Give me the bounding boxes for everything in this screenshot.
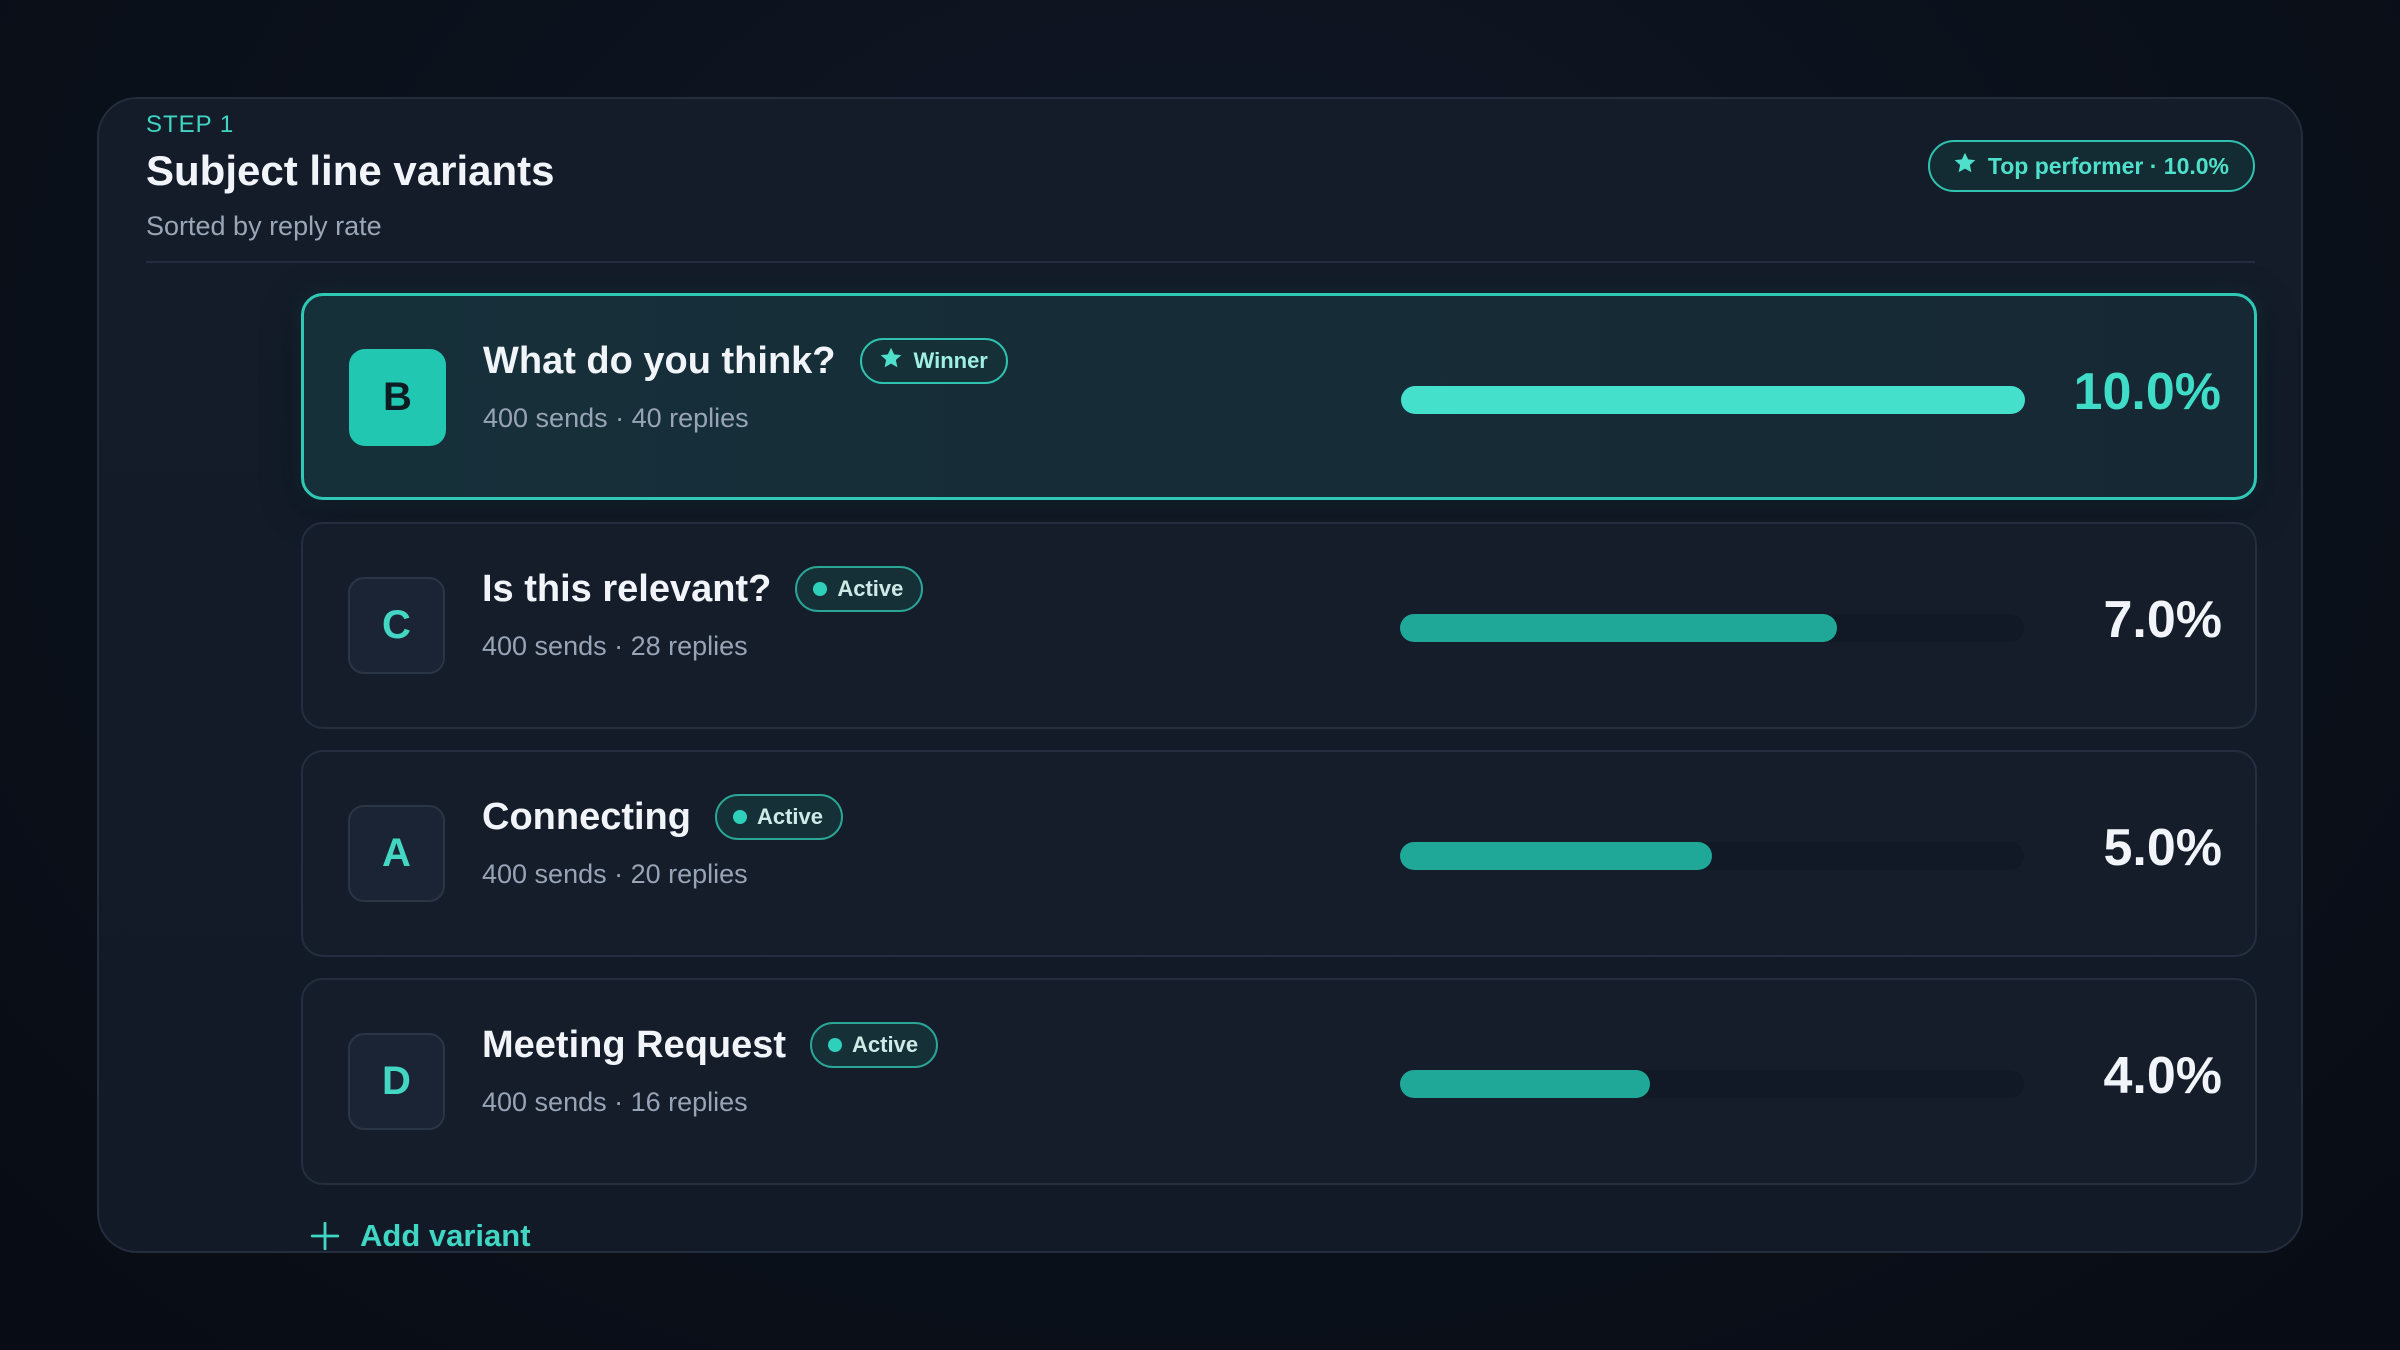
reply-rate-fill [1400,614,1837,642]
variant-stats: 400 sends · 16 replies [482,1087,748,1117]
reply-rate-fill [1400,1070,1650,1098]
reply-rate-value: 7.0% [2103,591,2222,649]
variant-letter: C [348,577,445,674]
active-badge: Active [795,566,924,612]
reply-rate-value: 5.0% [2103,819,2222,877]
variant-letter: A [348,805,445,902]
variant-row[interactable]: C Is this relevant? Active 400 sends · 2… [301,522,2257,729]
reply-rate-bar [1401,386,2025,414]
add-variant-label: Add variant [360,1218,531,1253]
variant-stats: 400 sends · 40 replies [483,403,749,433]
header-divider [146,261,2255,263]
variant-row[interactable]: B What do you think? Winner 400 sends · … [301,293,2257,500]
reply-rate-bar [1400,1070,2024,1098]
status-label: Active [837,576,904,601]
variant-subject: What do you think? [483,339,836,382]
variant-letter: D [348,1033,445,1130]
reply-rate-bar [1400,842,2024,870]
step-label: STEP 1 [146,111,235,138]
variant-subject: Is this relevant? [482,567,772,610]
reply-rate-bar [1400,614,2024,642]
plus-icon [308,1219,342,1251]
variant-stats: 400 sends · 20 replies [482,859,748,889]
reply-rate-value: 10.0% [2073,363,2221,421]
dot-icon [732,810,747,824]
add-variant-button[interactable]: Add variant [308,1218,531,1253]
variant-subject: Meeting Request [482,1023,787,1066]
status-label: Active [756,804,824,829]
dot-icon [813,582,828,596]
star-icon [878,345,904,377]
top-performer-badge: Top performer · 10.0% [1927,140,2255,192]
variants-panel: STEP 1 Subject line variants Sorted by r… [97,97,2303,1253]
status-label: Active [852,1032,919,1057]
active-badge: Active [810,1022,939,1068]
top-performer-label: Top performer · 10.0% [1987,152,2229,179]
status-label: Winner [913,348,988,373]
reply-rate-value: 4.0% [2103,1047,2222,1105]
page-title: Subject line variants [146,147,555,194]
reply-rate-fill [1400,842,1712,870]
active-badge: Active [714,794,844,840]
winner-badge: Winner [859,338,1008,384]
reply-rate-fill [1401,386,2025,414]
sort-description: Sorted by reply rate [146,211,382,241]
variant-row[interactable]: D Meeting Request Active 400 sends · 16 … [301,978,2257,1185]
star-icon [1952,150,1978,182]
variant-subject: Connecting [482,795,691,838]
variant-stats: 400 sends · 28 replies [482,631,748,661]
variant-row[interactable]: A Connecting Active 400 sends · 20 repli… [301,750,2257,957]
dot-icon [828,1038,843,1052]
variant-letter: B [349,349,446,446]
